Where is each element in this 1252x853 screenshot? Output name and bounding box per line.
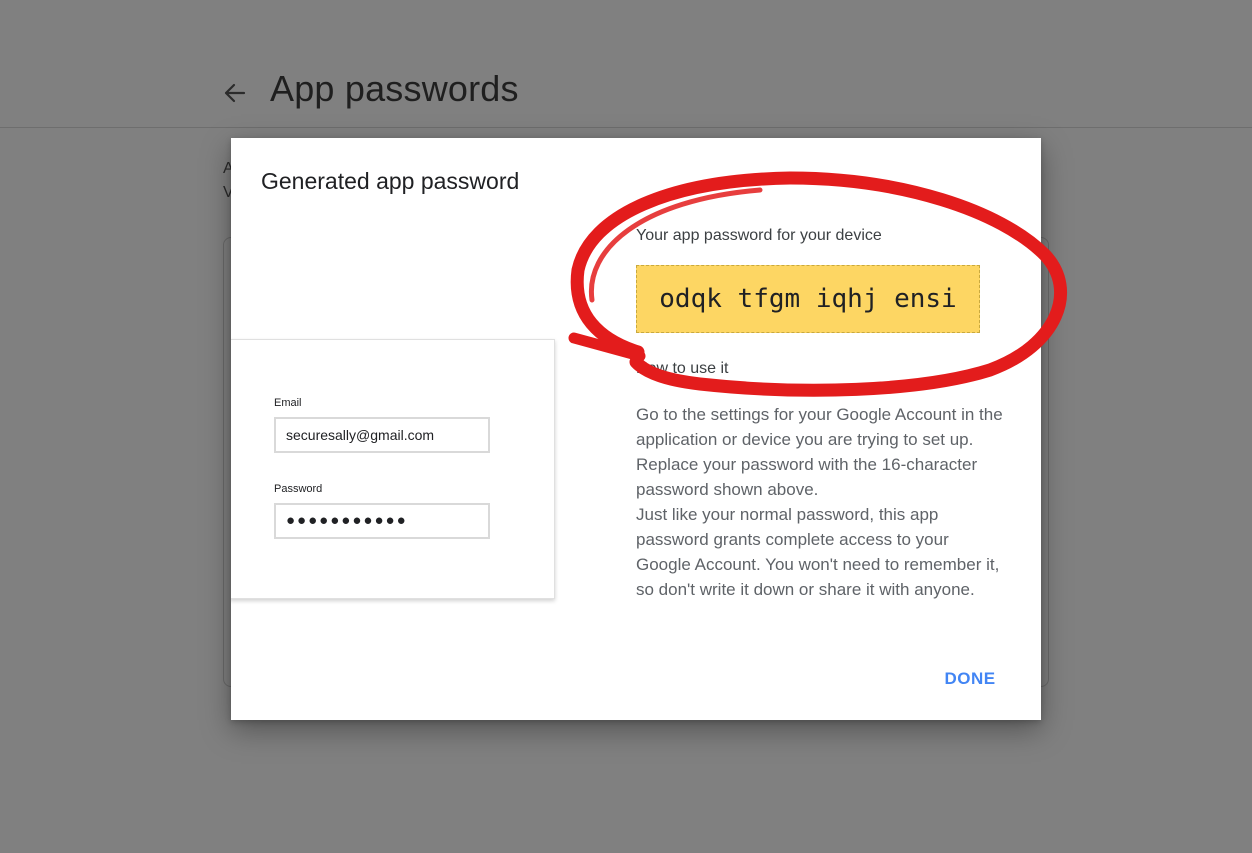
done-button[interactable]: DONE (935, 664, 1005, 694)
back-button[interactable] (218, 76, 252, 110)
app-password-value[interactable]: odqk tfgm iqhj ensi (636, 265, 980, 333)
sign-in-illustration: Email securesally@gmail.com Password ●●●… (231, 339, 555, 599)
arrow-back-icon (224, 83, 246, 103)
instructions-paragraph: Go to the settings for your Google Accou… (636, 405, 1003, 499)
how-to-use-heading: How to use it (636, 360, 729, 377)
generated-password-dialog: Generated app password Email securesally… (231, 138, 1041, 720)
page-title: App passwords (270, 68, 519, 109)
instructions-paragraph: Just like your normal password, this app… (636, 505, 1000, 599)
dialog-title: Generated app password (261, 168, 520, 194)
password-field: ●●●●●●●●●●● (274, 503, 490, 539)
instructions-text: Go to the settings for your Google Accou… (636, 402, 1008, 602)
page-header: App passwords (0, 0, 1252, 128)
password-label: Password (274, 483, 323, 495)
email-field: securesally@gmail.com (274, 417, 490, 453)
password-heading: Your app password for your device (636, 227, 882, 244)
email-label: Email (274, 397, 302, 409)
